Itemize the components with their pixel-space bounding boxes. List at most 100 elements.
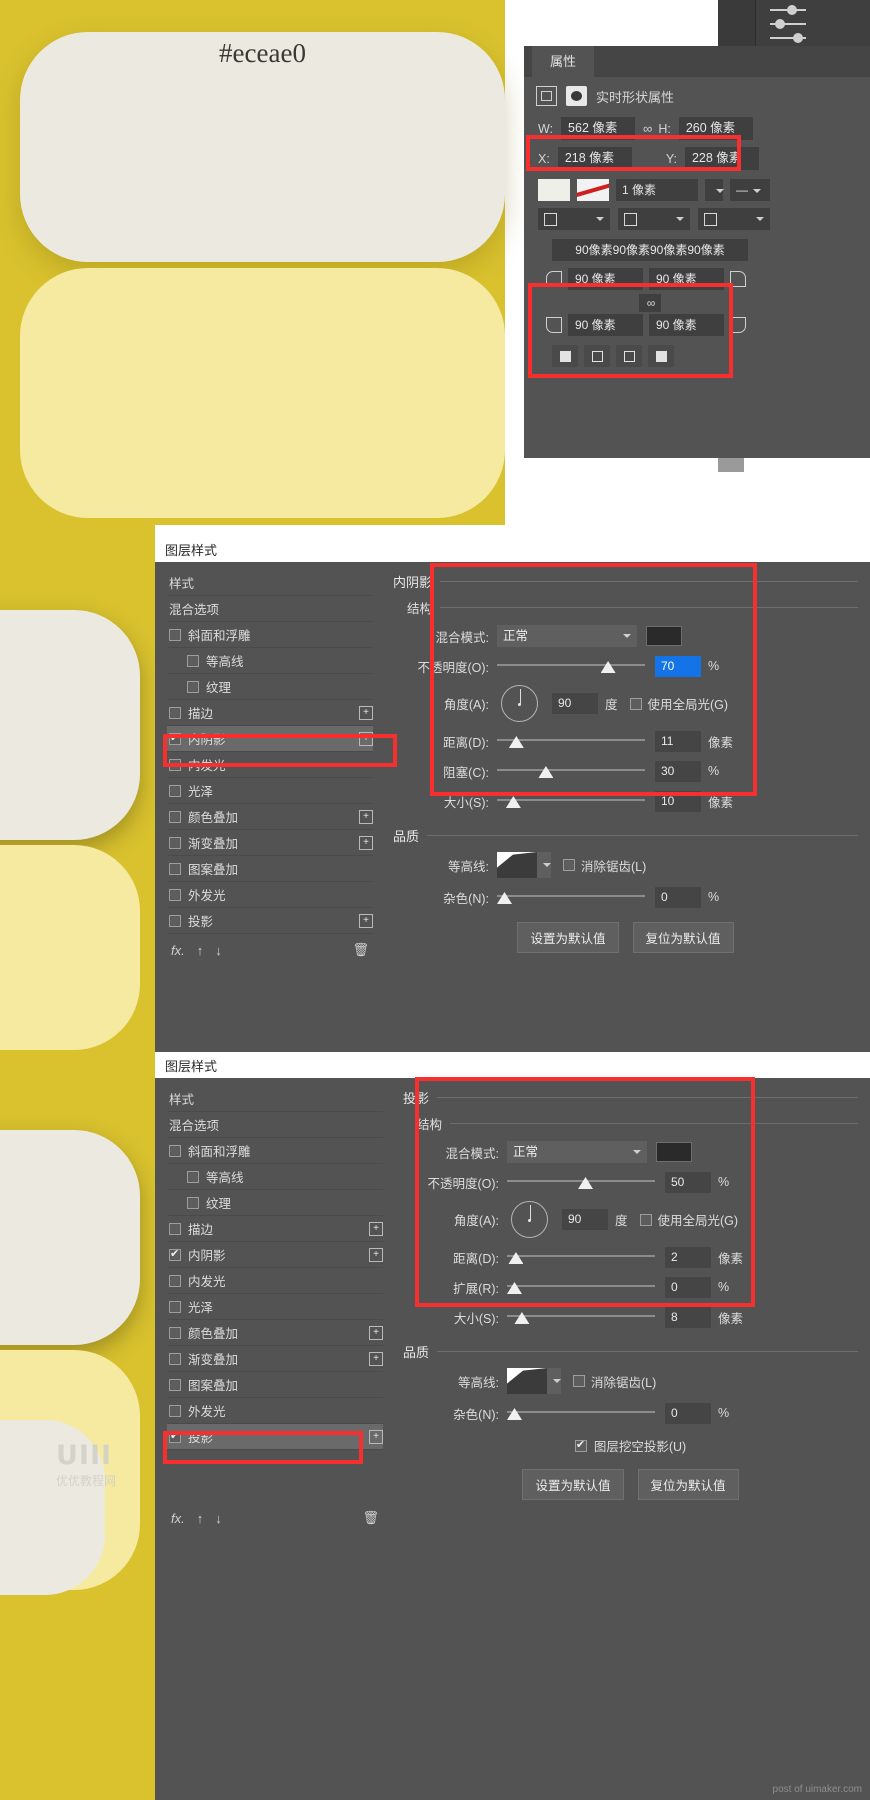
dialog1-choke-slider[interactable] xyxy=(497,760,645,782)
layer-effect-item[interactable]: 图案叠加 xyxy=(167,856,373,882)
dialog2-size-input[interactable]: 8 xyxy=(665,1306,711,1328)
layer-effect-item[interactable]: 投影 + xyxy=(167,1424,383,1450)
dialog1-opacity-slider[interactable] xyxy=(497,655,645,677)
layer-effect-checkbox[interactable] xyxy=(169,1144,181,1157)
layer-effect-item[interactable]: 颜色叠加 + xyxy=(167,804,373,830)
add-effect-icon[interactable]: + xyxy=(369,1247,383,1262)
layer-effect-checkbox[interactable] xyxy=(187,654,199,667)
dialog2-reset-default-button[interactable]: 复位为默认值 xyxy=(637,1469,739,1500)
width-input[interactable]: 562 像素 xyxy=(561,117,636,140)
add-effect-icon[interactable]: + xyxy=(369,1325,383,1340)
dialog1-size-slider[interactable] xyxy=(497,790,645,812)
tab-properties[interactable]: 属性 xyxy=(532,46,595,77)
delete-icon[interactable]: 🗑 xyxy=(352,942,369,958)
dialog1-global-light-row[interactable]: 使用全局光(G) xyxy=(629,694,728,713)
layer-effect-item[interactable]: 光泽 xyxy=(167,778,373,804)
move-down-icon[interactable]: ↓ xyxy=(215,1511,222,1526)
stroke-color-swatch[interactable] xyxy=(577,179,609,201)
stroke-corner-dropdown[interactable] xyxy=(698,208,770,230)
dialog2-blend-mode-select[interactable]: 正常 xyxy=(507,1141,647,1163)
layer-effect-item[interactable]: 图案叠加 xyxy=(167,1372,383,1398)
dialog2-knockout-row[interactable]: 图层挖空投影(U) xyxy=(403,1436,858,1455)
dialog1-shadow-color-swatch[interactable] xyxy=(646,626,682,646)
layer-effect-checkbox[interactable] xyxy=(169,836,181,849)
stroke-align-dropdown[interactable] xyxy=(538,208,610,230)
path-combine-button[interactable] xyxy=(552,345,578,367)
layer-effect-checkbox[interactable] xyxy=(169,914,181,927)
dialog2-shadow-color-swatch[interactable] xyxy=(656,1142,692,1162)
fill-color-swatch[interactable] xyxy=(538,179,570,201)
layer-effect-checkbox[interactable] xyxy=(187,1170,199,1183)
dialog2-angle-input[interactable]: 90 xyxy=(562,1209,608,1230)
layer-effect-checkbox[interactable] xyxy=(169,731,181,745)
dialog1-size-input[interactable]: 10 xyxy=(655,790,701,812)
layer-effect-item[interactable]: 描边 + xyxy=(167,1216,383,1242)
dialog2-global-light-row[interactable]: 使用全局光(G) xyxy=(639,1210,738,1229)
add-effect-icon[interactable]: + xyxy=(359,731,373,746)
layer-effect-checkbox[interactable] xyxy=(169,628,181,641)
delete-icon[interactable]: 🗑 xyxy=(362,1510,379,1526)
add-effect-icon[interactable]: + xyxy=(369,1221,383,1236)
stroke-width-dropdown[interactable] xyxy=(705,179,724,201)
dialog1-set-default-button[interactable]: 设置为默认值 xyxy=(517,922,619,953)
layer-effect-item[interactable]: 内阴影 + xyxy=(167,726,373,752)
layer-effect-checkbox[interactable] xyxy=(169,1404,181,1417)
radius-bottom-left-input[interactable]: 90 像素 xyxy=(568,314,643,336)
stroke-style-dropdown[interactable]: — xyxy=(730,179,770,201)
radius-top-right-input[interactable]: 90 像素 xyxy=(649,268,724,290)
radius-summary-field[interactable]: 90像素90像素90像素90像素 xyxy=(552,239,748,261)
dialog2-noise-input[interactable]: 0 xyxy=(665,1402,711,1424)
layer-effect-item[interactable]: 外发光 xyxy=(167,1398,383,1424)
path-intersect-button[interactable] xyxy=(616,345,642,367)
layer-effect-item[interactable]: 光泽 xyxy=(167,1294,383,1320)
dialog1-contour-dropdown[interactable] xyxy=(537,852,551,878)
layer-effect-item[interactable]: 内发光 xyxy=(167,752,373,778)
height-input[interactable]: 260 像素 xyxy=(678,117,753,140)
dialog2-spread-input[interactable]: 0 xyxy=(665,1276,711,1298)
layer-effect-checkbox[interactable] xyxy=(169,862,181,875)
layer-effect-item[interactable]: 纹理 xyxy=(167,1190,383,1216)
layer-effect-item[interactable]: 内阴影 + xyxy=(167,1242,383,1268)
dialog1-contour-preview[interactable] xyxy=(497,852,537,878)
layer-effect-item[interactable]: 内发光 xyxy=(167,1268,383,1294)
layer-effect-item[interactable]: 渐变叠加 + xyxy=(167,1346,383,1372)
layer-effect-checkbox[interactable] xyxy=(169,1326,181,1339)
layer-effect-checkbox[interactable] xyxy=(187,680,199,693)
layer-effect-item[interactable]: 样式 xyxy=(167,570,373,596)
dialog2-spread-slider[interactable] xyxy=(507,1276,655,1298)
layer-effect-item[interactable]: 混合选项 xyxy=(167,1112,383,1138)
layer-effect-item[interactable]: 渐变叠加 + xyxy=(167,830,373,856)
layer-effect-checkbox[interactable] xyxy=(169,706,181,719)
dialog2-opacity-input[interactable]: 50 xyxy=(665,1171,711,1193)
layer-effect-checkbox[interactable] xyxy=(169,1378,181,1391)
layer-effect-checkbox[interactable] xyxy=(169,1222,181,1235)
radius-top-left-input[interactable]: 90 像素 xyxy=(568,268,643,290)
layer-effect-checkbox[interactable] xyxy=(169,1300,181,1313)
layer-effect-item[interactable]: 样式 xyxy=(167,1086,383,1112)
layer-effect-checkbox[interactable] xyxy=(169,784,181,797)
layer-effect-checkbox[interactable] xyxy=(169,758,181,771)
move-up-icon[interactable]: ↑ xyxy=(197,943,204,958)
fx-icon[interactable]: fx. xyxy=(171,1511,185,1526)
y-input[interactable]: 228 像素 xyxy=(684,147,759,170)
layer-effect-item[interactable]: 外发光 xyxy=(167,882,373,908)
dialog1-distance-input[interactable]: 11 xyxy=(655,730,701,752)
dialog1-angle-input[interactable]: 90 xyxy=(552,693,598,714)
path-subtract-button[interactable] xyxy=(584,345,610,367)
radius-bottom-right-input[interactable]: 90 像素 xyxy=(649,314,724,336)
layer-effect-checkbox[interactable] xyxy=(169,1429,181,1443)
layer-effect-item[interactable]: 等高线 xyxy=(167,1164,383,1190)
layer-effect-item[interactable]: 等高线 xyxy=(167,648,373,674)
dialog1-angle-dial[interactable] xyxy=(501,685,538,722)
layer-effect-item[interactable]: 斜面和浮雕 xyxy=(167,622,373,648)
dialog2-distance-input[interactable]: 2 xyxy=(665,1246,711,1268)
dialog2-angle-dial[interactable] xyxy=(511,1201,548,1238)
dialog1-noise-input[interactable]: 0 xyxy=(655,886,701,908)
dialog2-knockout-checkbox[interactable] xyxy=(574,1438,587,1452)
layer-effect-checkbox[interactable] xyxy=(169,1274,181,1287)
layer-effect-item[interactable]: 斜面和浮雕 xyxy=(167,1138,383,1164)
dialog1-choke-input[interactable]: 30 xyxy=(655,760,701,782)
move-up-icon[interactable]: ↑ xyxy=(197,1511,204,1526)
dialog2-global-light-checkbox[interactable] xyxy=(639,1213,652,1226)
dialog1-reset-default-button[interactable]: 复位为默认值 xyxy=(632,922,734,953)
